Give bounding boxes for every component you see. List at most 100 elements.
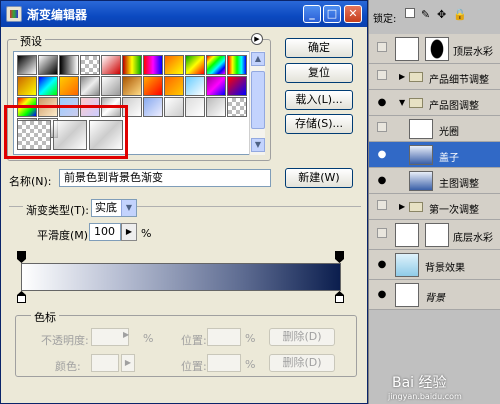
gradient-preset-swatch[interactable]: [17, 76, 37, 96]
layer-mask-thumbnail[interactable]: [425, 223, 449, 247]
gradient-preset-swatch[interactable]: [185, 76, 205, 96]
gradient-preset-swatch[interactable]: [122, 76, 142, 96]
visibility-toggle[interactable]: [377, 200, 387, 210]
color-swatch[interactable]: [91, 354, 119, 372]
visibility-toggle[interactable]: [377, 42, 387, 52]
layer-mask-thumbnail[interactable]: [425, 37, 449, 61]
gradient-preset-swatch[interactable]: [59, 55, 79, 75]
layer-row[interactable]: ▶ 第一次调整: [369, 194, 500, 220]
folder-icon: [409, 202, 423, 212]
gradient-preset-swatch[interactable]: [101, 55, 121, 75]
layer-row[interactable]: ● 背景效果: [369, 250, 500, 280]
minimize-icon[interactable]: _: [303, 5, 321, 23]
gradient-preset-swatch[interactable]: [185, 55, 205, 75]
layer-row[interactable]: ▶ 产品细节调整: [369, 64, 500, 90]
layers-toolbar: 锁定: ✎ ✥ 🔒: [369, 6, 500, 26]
lock-move-icon[interactable]: ✥: [437, 8, 446, 21]
gradient-type-select[interactable]: 实底 ▼: [91, 199, 137, 217]
color-location-field[interactable]: [207, 354, 241, 372]
color-stop-left[interactable]: [17, 291, 26, 303]
opacity-location-field[interactable]: [207, 328, 241, 346]
gradient-preset-swatch[interactable]: [38, 55, 58, 75]
gradient-preset-swatch[interactable]: [164, 97, 184, 117]
maximize-icon[interactable]: □: [323, 5, 341, 23]
opacity-stop-left[interactable]: [17, 251, 26, 263]
gradient-preset-swatch[interactable]: [227, 76, 247, 96]
eye-icon[interactable]: ●: [375, 148, 389, 162]
eye-icon[interactable]: ●: [375, 258, 389, 272]
gradient-editor-dialog: 渐变编辑器 _ □ ✕ 预设 ▶ ▲ ▼ 确定 复位 载入(L)... 存储(S…: [0, 0, 368, 404]
lock-transparency-icon[interactable]: [405, 8, 415, 18]
opacity-label: 不透明度:: [41, 334, 89, 347]
reset-button[interactable]: 复位: [285, 63, 353, 83]
delete-color-stop-button[interactable]: 删除(D): [269, 354, 335, 372]
scroll-up-icon[interactable]: ▲: [251, 52, 265, 66]
smoothness-percent: %: [141, 227, 152, 240]
lock-label: 锁定:: [373, 14, 397, 25]
gradient-preset-swatch[interactable]: [122, 55, 142, 75]
expand-triangle-icon[interactable]: ▶: [399, 202, 405, 211]
layer-name: 光圈: [439, 127, 459, 138]
layer-row[interactable]: 顶层水彩: [369, 34, 500, 64]
layer-thumbnail: [409, 119, 433, 139]
gradient-preset-swatch[interactable]: [38, 76, 58, 96]
gradient-preset-swatch[interactable]: [143, 55, 163, 75]
color-stop-right[interactable]: [335, 291, 344, 303]
eye-icon[interactable]: ●: [375, 174, 389, 188]
opacity-stop-right[interactable]: [335, 251, 344, 263]
gradient-preset-swatch[interactable]: [17, 55, 37, 75]
layer-row[interactable]: ● 主图调整: [369, 168, 500, 194]
presets-menu-icon[interactable]: ▶: [251, 33, 263, 45]
layer-row[interactable]: 光圈: [369, 116, 500, 142]
delete-opacity-stop-button[interactable]: 删除(D): [269, 328, 335, 346]
smoothness-arrow-icon[interactable]: ▶: [121, 223, 137, 241]
gradient-preset-swatch[interactable]: [227, 55, 247, 75]
layer-thumbnail: [395, 283, 419, 307]
gradient-preset-swatch[interactable]: [164, 55, 184, 75]
collapse-triangle-icon[interactable]: ▼: [399, 98, 405, 107]
opacity-arrow-icon[interactable]: ▶: [123, 330, 129, 339]
color-location-percent: %: [245, 358, 256, 371]
title-bar[interactable]: 渐变编辑器 _ □ ✕: [1, 1, 367, 27]
visibility-toggle[interactable]: [377, 228, 387, 238]
gradient-preset-swatch[interactable]: [143, 97, 163, 117]
gradient-name-field[interactable]: 前景色到背景色渐变: [59, 169, 271, 187]
gradient-preset-swatch[interactable]: [206, 55, 226, 75]
eye-icon[interactable]: ●: [375, 288, 389, 302]
save-button[interactable]: 存储(S)...: [285, 114, 353, 134]
smoothness-field[interactable]: 100: [89, 223, 121, 241]
expand-triangle-icon[interactable]: ▶: [399, 72, 405, 81]
gradient-preset-swatch[interactable]: [101, 76, 121, 96]
close-icon[interactable]: ✕: [344, 5, 362, 23]
layer-thumbnail: [395, 223, 419, 247]
gradient-preset-swatch[interactable]: [206, 76, 226, 96]
gradient-preset-swatch[interactable]: [80, 76, 100, 96]
gradient-preset-swatch[interactable]: [227, 97, 247, 117]
eye-icon[interactable]: ●: [375, 96, 389, 110]
layer-row[interactable]: ● 背景: [369, 280, 500, 310]
gradient-preview-bar[interactable]: [21, 263, 341, 291]
ok-button[interactable]: 确定: [285, 38, 353, 58]
gradient-preset-swatch[interactable]: [206, 97, 226, 117]
lock-brush-icon[interactable]: ✎: [421, 8, 430, 21]
gradient-preset-swatch[interactable]: [59, 76, 79, 96]
gradient-preset-swatch[interactable]: [164, 76, 184, 96]
presets-scrollbar[interactable]: ▲ ▼: [249, 51, 265, 155]
lock-all-icon[interactable]: 🔒: [453, 8, 467, 21]
gradient-preset-swatch[interactable]: [80, 55, 100, 75]
layer-name: 产品图调整: [429, 101, 479, 112]
layer-name: 背景: [425, 293, 445, 304]
new-button[interactable]: 新建(W): [285, 168, 353, 188]
gradient-preset-swatch[interactable]: [185, 97, 205, 117]
layer-row[interactable]: 底层水彩: [369, 220, 500, 250]
layer-row[interactable]: ● 盖子: [369, 142, 500, 168]
visibility-toggle[interactable]: [377, 122, 387, 132]
scroll-thumb[interactable]: [251, 71, 265, 129]
gradient-preset-swatch[interactable]: [143, 76, 163, 96]
watermark-logo: Bai 经验: [392, 375, 447, 391]
load-button[interactable]: 载入(L)...: [285, 90, 353, 110]
scroll-down-icon[interactable]: ▼: [251, 138, 265, 152]
color-arrow-icon[interactable]: ▶: [121, 354, 135, 372]
layer-row[interactable]: ● ▼ 产品图调整: [369, 90, 500, 116]
visibility-toggle[interactable]: [377, 70, 387, 80]
